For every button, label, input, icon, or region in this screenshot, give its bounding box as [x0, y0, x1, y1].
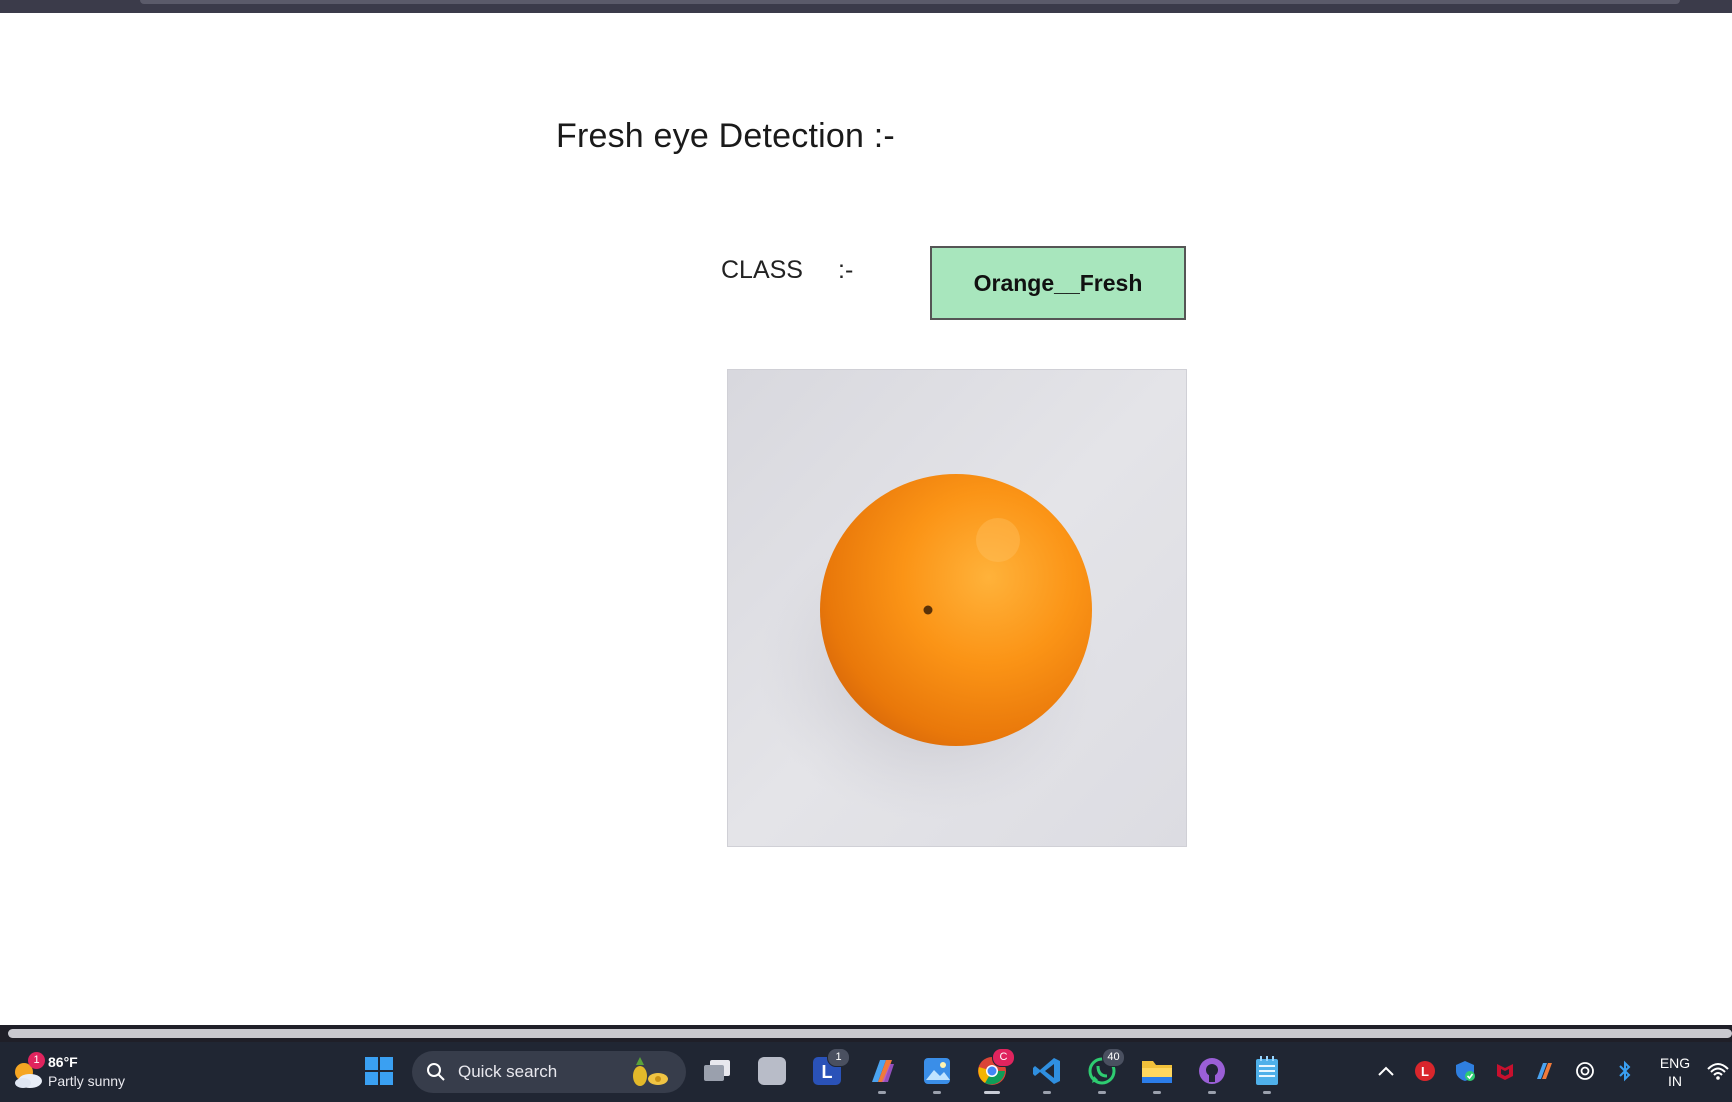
- wifi-icon: [1707, 1063, 1729, 1080]
- tab-strip-edge: [140, 0, 1680, 4]
- taskbar-search[interactable]: Quick search: [412, 1051, 686, 1093]
- weather-temperature: 86°F: [48, 1054, 78, 1070]
- photos-button[interactable]: [920, 1054, 954, 1094]
- notepad-button[interactable]: [1250, 1054, 1284, 1094]
- tray-security[interactable]: [1453, 1059, 1477, 1083]
- l-red-circle-icon: L: [1415, 1061, 1435, 1081]
- whatsapp-badge: 40: [1102, 1048, 1125, 1067]
- copilot-tray-icon: [1537, 1063, 1552, 1079]
- weather-widget[interactable]: 1 86°F Partly sunny: [10, 1052, 160, 1094]
- taskbar: 1 86°F Partly sunny Quick search L 1 C 4…: [0, 1042, 1732, 1102]
- task-view-icon: [704, 1060, 730, 1081]
- tray-copilot[interactable]: [1533, 1059, 1557, 1083]
- shield-check-icon: [1456, 1061, 1475, 1081]
- copilot-icon: [872, 1060, 894, 1082]
- tray-antivirus[interactable]: [1493, 1059, 1517, 1083]
- language-indicator[interactable]: ENG IN: [1655, 1054, 1695, 1090]
- pineapple-search-highlight-icon: [633, 1057, 668, 1086]
- search-icon: [427, 1063, 445, 1081]
- chrome-badge: C: [992, 1048, 1015, 1067]
- language-line1: ENG: [1659, 1055, 1691, 1071]
- browser-top-strip: [0, 0, 1732, 13]
- class-result-box: Orange__Fresh: [930, 246, 1186, 320]
- page-content: Fresh eye Detection :- CLASS :- Orange__…: [0, 13, 1732, 1025]
- svg-text:L: L: [1421, 1064, 1429, 1079]
- vscode-icon: [1033, 1058, 1060, 1084]
- mcafee-icon: [1497, 1064, 1513, 1080]
- file-explorer-button[interactable]: [1140, 1054, 1174, 1094]
- chrome-button[interactable]: C: [975, 1048, 1015, 1094]
- app-icon: [758, 1057, 786, 1085]
- notepad-icon: [1256, 1056, 1278, 1085]
- class-label: CLASS: [721, 256, 803, 284]
- whatsapp-button[interactable]: 40: [1085, 1048, 1125, 1094]
- horizontal-scrollbar[interactable]: [0, 1025, 1732, 1042]
- windows-logo-icon: [365, 1057, 393, 1085]
- show-hidden-icons-button[interactable]: [1374, 1059, 1398, 1083]
- vscode-button[interactable]: [1030, 1054, 1064, 1094]
- photos-icon: [924, 1058, 950, 1084]
- copilot-button[interactable]: [865, 1054, 899, 1094]
- app-button[interactable]: [755, 1054, 789, 1088]
- search-placeholder: Quick search: [458, 1062, 558, 1081]
- tray-l-app[interactable]: L: [1413, 1059, 1437, 1083]
- scrollbar-thumb[interactable]: [8, 1029, 1732, 1038]
- language-line2: IN: [1668, 1073, 1682, 1089]
- tray-wifi[interactable]: [1706, 1059, 1730, 1083]
- l-app-badge: 1: [827, 1048, 850, 1067]
- l-app-button[interactable]: L 1: [810, 1048, 850, 1088]
- task-view-button[interactable]: [700, 1054, 734, 1088]
- tray-bluetooth[interactable]: [1613, 1059, 1637, 1083]
- chevron-up-icon: [1378, 1066, 1394, 1076]
- weather-badge: 1: [28, 1052, 45, 1069]
- chatgpt-icon: [1576, 1062, 1594, 1080]
- weather-condition: Partly sunny: [48, 1073, 126, 1089]
- tray-chatgpt[interactable]: [1573, 1059, 1597, 1083]
- orange-photo: [728, 370, 1186, 846]
- page-title: Fresh eye Detection :-: [556, 117, 895, 155]
- github-icon: [1199, 1058, 1225, 1084]
- uploaded-fruit-image: [727, 369, 1187, 847]
- class-separator: :-: [838, 256, 854, 284]
- bluetooth-icon: [1619, 1060, 1631, 1082]
- start-button[interactable]: [362, 1054, 396, 1088]
- github-button[interactable]: [1195, 1054, 1229, 1094]
- folder-icon: [1142, 1061, 1172, 1083]
